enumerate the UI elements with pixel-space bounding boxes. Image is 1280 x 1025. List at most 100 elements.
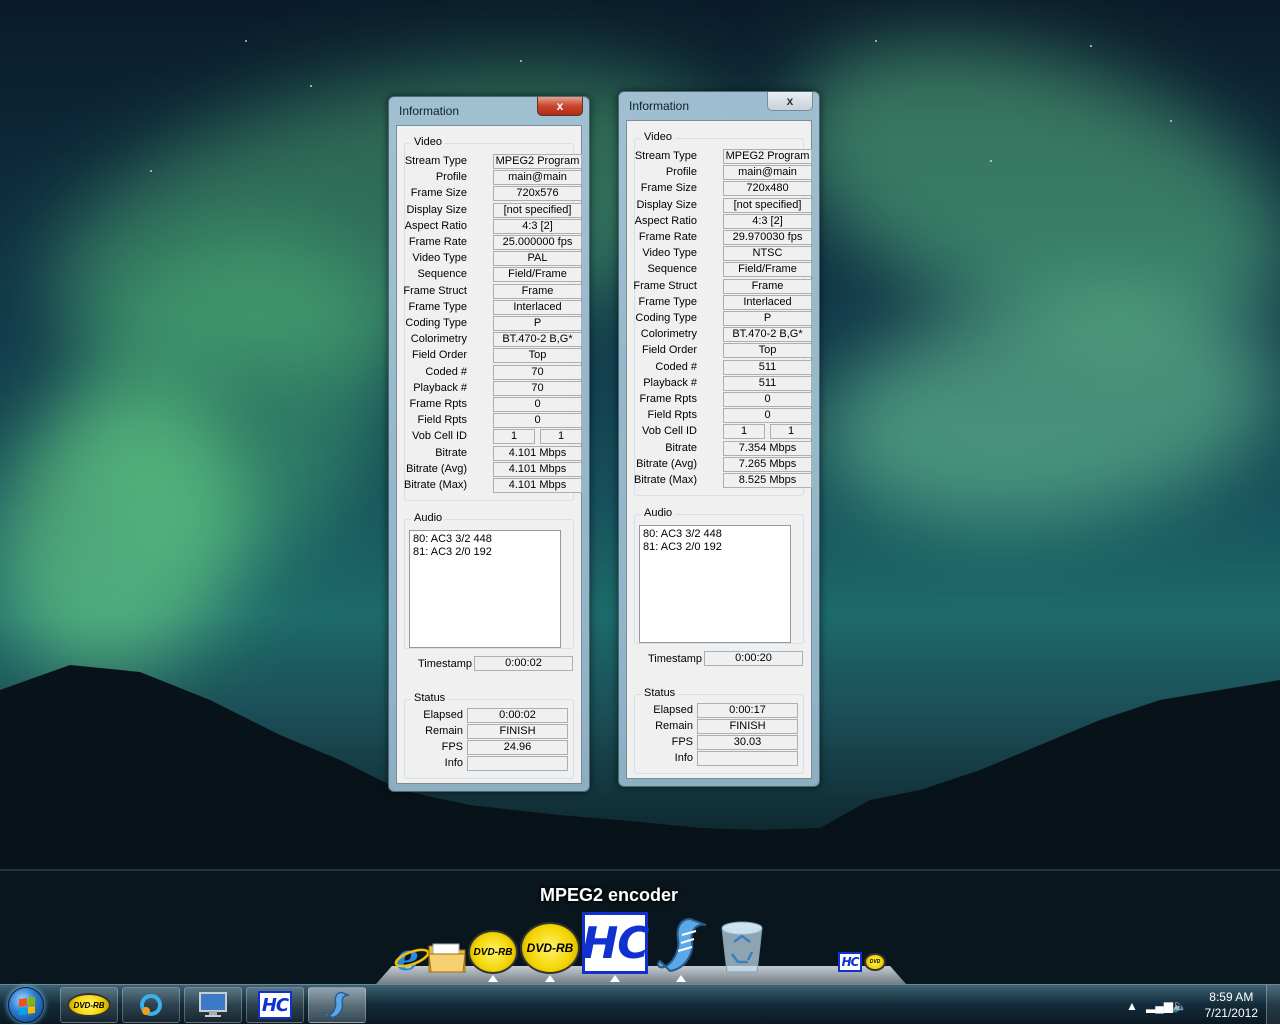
video-value: 4.101 Mbps — [493, 461, 582, 477]
video-label: Bitrate — [665, 441, 697, 454]
video-row: Frame Struct Frame — [403, 283, 582, 300]
list-item[interactable]: 81: AC3 2/0 192 — [413, 546, 557, 559]
video-label: Frame Rate — [408, 236, 467, 248]
video-row: Bitrate (Avg) 4.101 Mbps — [405, 461, 582, 478]
video-row: Display Size [not specified] — [405, 202, 582, 219]
video-value: 4:3 [2] — [723, 213, 812, 229]
taskbar-script-button[interactable] — [308, 987, 366, 1023]
video-label: Frame Struct — [403, 284, 467, 297]
video-value: 70 — [493, 380, 582, 396]
video-group-label: Video — [641, 131, 675, 143]
video-row: Video Type NTSC — [635, 246, 812, 262]
video-value: Field/Frame — [723, 262, 812, 278]
network-icon[interactable]: ▂▄▆ — [1146, 999, 1173, 1013]
folder-icon[interactable] — [427, 938, 467, 976]
hc-encoder-icon[interactable]: HC — [581, 912, 650, 974]
video-value: 7.354 Mbps — [723, 440, 812, 456]
ie-icon[interactable]: e — [394, 938, 430, 976]
taskbar-hc-button[interactable]: HC — [246, 987, 304, 1023]
video-value: BT.470-2 B,G* — [493, 332, 582, 348]
list-item[interactable]: 81: AC3 2/0 192 — [643, 541, 787, 554]
video-value: Frame — [493, 283, 582, 299]
video-label: Colorimetry — [640, 328, 697, 341]
video-label: Stream Type — [634, 150, 697, 162]
volume-icon[interactable]: 🔈 — [1172, 999, 1187, 1013]
video-value: 511 — [723, 359, 812, 375]
audio-track-list[interactable]: 80: AC3 3/2 448 81: AC3 2/0 192 — [409, 530, 561, 648]
video-value: 29.970030 fps — [723, 230, 812, 245]
taskbar-app-button[interactable] — [122, 987, 180, 1023]
dvdrb-icon[interactable]: DVD-RB — [520, 922, 580, 974]
video-row: Frame Rate 29.970030 fps — [635, 230, 812, 246]
video-value-2: 1 — [770, 424, 812, 440]
video-row: Coded # 70 — [405, 364, 582, 381]
video-row: Stream Type MPEG2 Program — [405, 154, 582, 170]
audio-group-label: Audio — [411, 512, 446, 524]
video-label: Display Size — [406, 203, 467, 216]
list-item[interactable]: 80: AC3 3/2 448 — [413, 533, 557, 546]
windows-logo-icon — [19, 996, 35, 1016]
taskbar-monitor-button[interactable] — [184, 987, 242, 1023]
video-value: Field/Frame — [493, 267, 582, 283]
video-label: Frame Struct — [633, 279, 697, 292]
video-value: BT.470-2 B,G* — [723, 327, 812, 343]
audio-track-list[interactable]: 80: AC3 3/2 448 81: AC3 2/0 192 — [639, 525, 791, 643]
video-value: MPEG2 Program — [723, 149, 812, 164]
start-button[interactable] — [8, 987, 44, 1023]
clock-time: 8:59 AM — [1209, 990, 1254, 1004]
dvdrb-icon[interactable]: DVD-RB — [468, 930, 518, 974]
video-label: Playback # — [643, 376, 697, 389]
list-item[interactable]: 80: AC3 3/2 448 — [643, 528, 787, 541]
recycle-bin-icon[interactable] — [718, 918, 766, 976]
status-label: Remain — [655, 720, 693, 732]
video-value: 70 — [493, 364, 582, 380]
video-label: Frame Type — [638, 295, 698, 308]
video-value: NTSC — [723, 246, 812, 262]
video-row: Frame Size 720x576 — [405, 186, 582, 202]
status-label: Remain — [425, 725, 463, 737]
tray-expand-icon[interactable]: ▲ — [1126, 999, 1138, 1013]
video-label: Frame Type — [408, 300, 468, 313]
video-value: P — [723, 311, 812, 326]
video-label: Frame Rate — [638, 231, 697, 243]
status-row: Info — [405, 756, 573, 772]
video-label: Bitrate (Max) — [404, 479, 467, 491]
video-value: Top — [493, 348, 582, 364]
video-label: Coded # — [425, 365, 467, 378]
video-label: Sequence — [417, 268, 467, 281]
taskbar-dvdrb-button[interactable]: DVD-RB — [60, 987, 118, 1023]
clock-date: 7/21/2012 — [1204, 1006, 1258, 1020]
timestamp-value: 0:00:02 — [474, 656, 573, 671]
video-row: Vob Cell ID 1 1 — [635, 424, 812, 440]
status-label: FPS — [671, 736, 693, 748]
information-window-left[interactable]: Information x Video Stream Type MPEG2 Pro… — [388, 96, 590, 792]
video-row: Field Rpts 0 — [635, 408, 812, 424]
video-row: Playback # 511 — [635, 375, 812, 392]
information-window-right[interactable]: Information x Video Stream Type MPEG2 Pro… — [618, 91, 820, 787]
video-row: Colorimetry BT.470-2 B,G* — [405, 332, 582, 348]
video-row: Frame Struct Frame — [633, 278, 812, 295]
hc-small-icon[interactable]: HC DVD — [834, 948, 890, 976]
video-value: Interlaced — [493, 299, 582, 315]
video-row: Field Order Top — [635, 343, 812, 359]
video-value: 4:3 [2] — [493, 218, 582, 234]
app-swirl-icon — [140, 994, 162, 1016]
system-clock[interactable]: 8:59 AM 7/21/2012 — [1205, 989, 1258, 1021]
status-row: Info — [635, 751, 803, 767]
script-scroll-icon[interactable] — [650, 915, 712, 975]
video-row: Field Order Top — [405, 348, 582, 364]
close-button[interactable]: x — [537, 97, 583, 116]
video-label: Video Type — [412, 252, 467, 265]
video-label: Bitrate — [435, 446, 467, 459]
video-value: 720x576 — [493, 186, 582, 202]
video-value: Interlaced — [723, 294, 812, 310]
video-label: Vob Cell ID — [411, 430, 467, 443]
video-row: Aspect Ratio 4:3 [2] — [405, 218, 582, 235]
video-row: Field Rpts 0 — [405, 413, 582, 429]
status-group: Status Elapsed 0:00:17 Remain FINISH FPS 30.0… — [634, 687, 804, 774]
video-row: Frame Rpts 0 — [405, 397, 582, 413]
video-label: Profile — [665, 166, 697, 179]
status-row: Remain FINISH — [635, 719, 803, 735]
show-desktop-button[interactable] — [1266, 985, 1280, 1025]
close-button[interactable]: x — [767, 92, 813, 111]
